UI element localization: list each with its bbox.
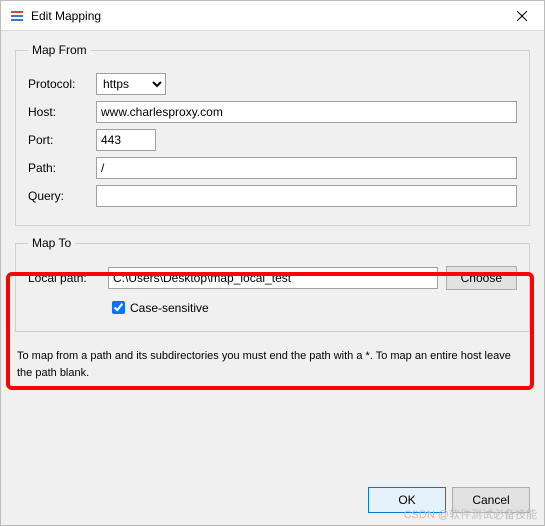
host-label: Host: <box>28 105 96 119</box>
titlebar: Edit Mapping <box>1 1 544 31</box>
path-input[interactable] <box>96 157 517 179</box>
close-button[interactable] <box>499 1 544 31</box>
local-path-label: Local path: <box>28 271 108 285</box>
path-label: Path: <box>28 161 96 175</box>
help-text: To map from a path and its subdirectorie… <box>17 348 528 381</box>
map-to-legend: Map To <box>28 236 75 250</box>
port-label: Port: <box>28 133 96 147</box>
port-input[interactable] <box>96 129 156 151</box>
local-path-input[interactable] <box>108 267 438 289</box>
query-label: Query: <box>28 189 96 203</box>
window-title: Edit Mapping <box>31 9 499 23</box>
app-icon <box>9 8 25 24</box>
protocol-select[interactable]: https <box>96 73 166 95</box>
query-input[interactable] <box>96 185 517 207</box>
watermark-text: CSDN @软件测试必备技能 <box>404 506 537 522</box>
dialog-content: Map From Protocol: https Host: Port: Pat… <box>1 31 544 479</box>
map-from-legend: Map From <box>28 43 91 57</box>
edit-mapping-dialog: Edit Mapping Map From Protocol: https Ho… <box>0 0 545 526</box>
protocol-label: Protocol: <box>28 77 96 91</box>
choose-button[interactable]: Choose <box>446 266 517 290</box>
map-from-group: Map From Protocol: https Host: Port: Pat… <box>15 43 530 226</box>
map-to-group: Map To Local path: Choose Case-sensitive <box>15 236 530 332</box>
host-input[interactable] <box>96 101 517 123</box>
case-sensitive-checkbox[interactable] <box>112 301 125 314</box>
case-sensitive-label[interactable]: Case-sensitive <box>130 301 209 315</box>
